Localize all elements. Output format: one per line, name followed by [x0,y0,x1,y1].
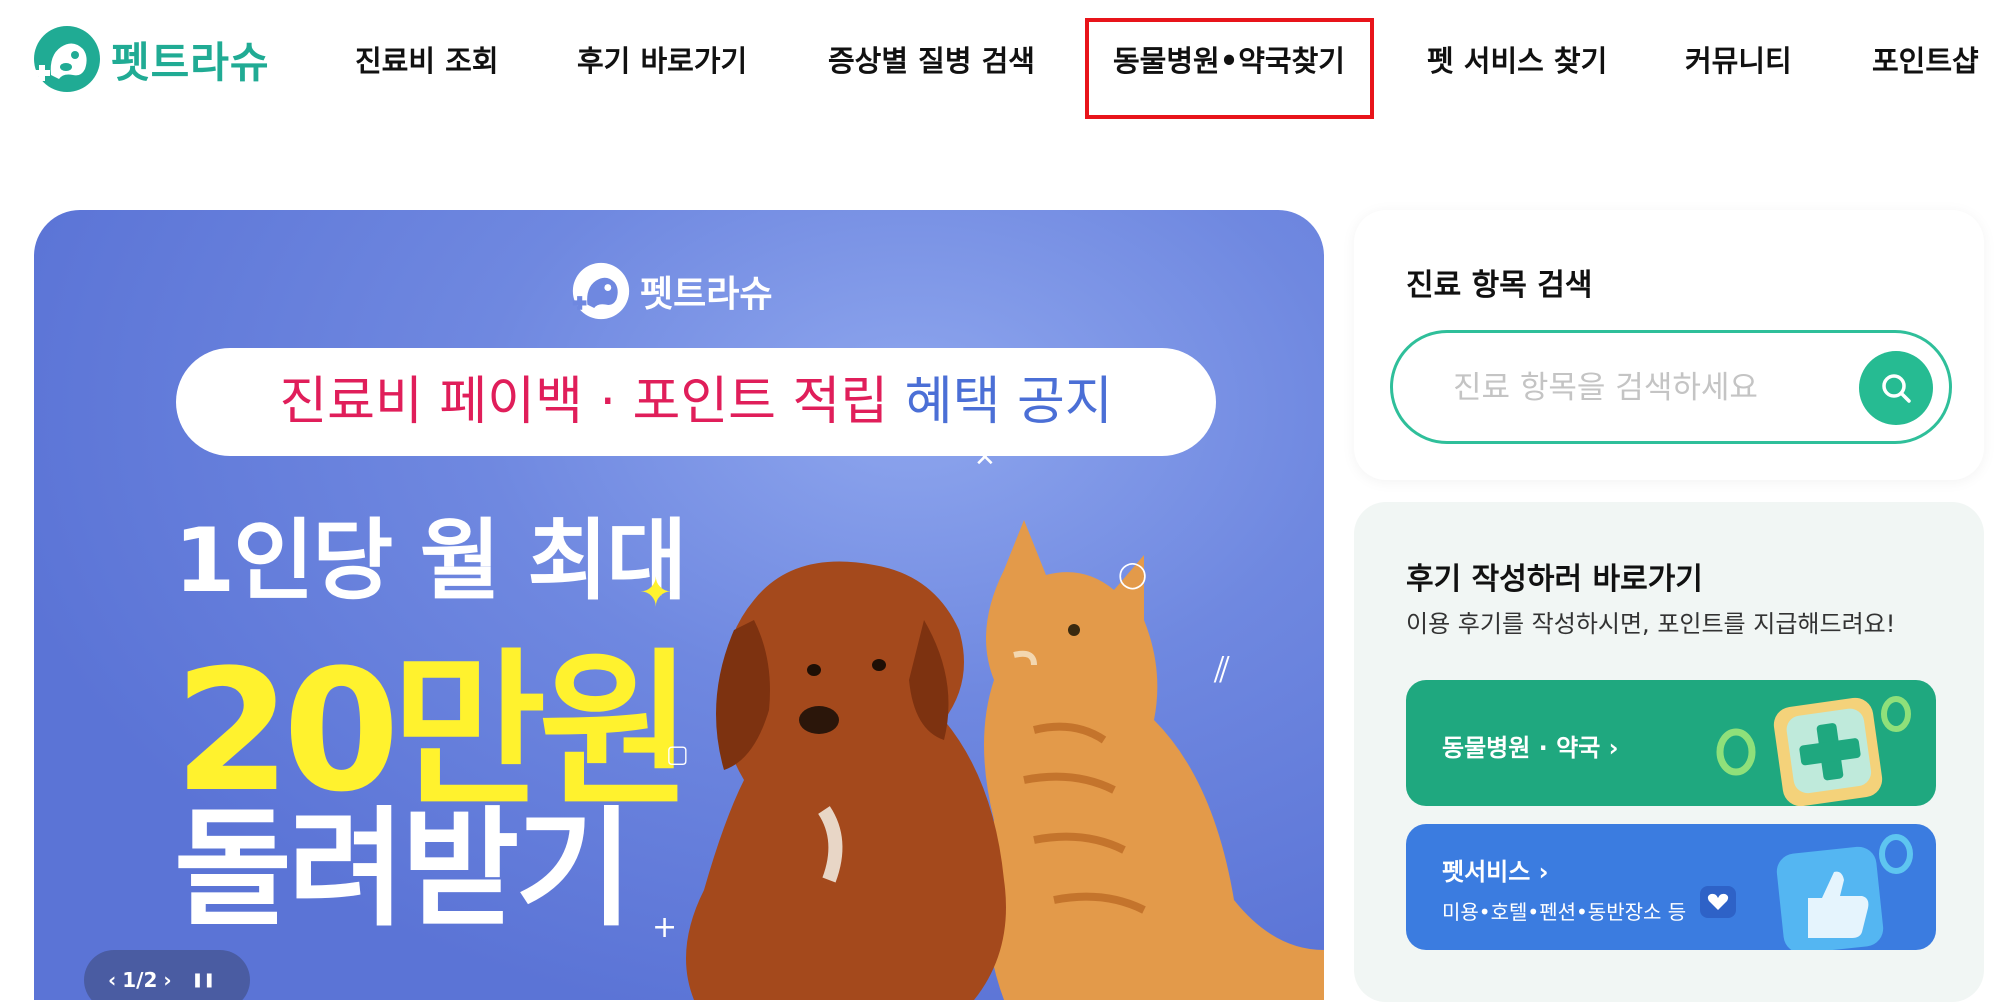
site-header: 펫트라슈 진료비 조회 후기 바로가기 증상별 질병 검색 동물병원•약국찾기 … [0,0,2000,130]
promo-line-3: 돌려받기 [174,795,633,944]
slide-counter: 1/2 [122,968,158,992]
sparkle-star-icon: ✦ [639,570,673,616]
search-icon [1882,374,1911,403]
nav-item-fee-lookup[interactable]: 진료비 조회 [355,36,499,86]
notice-pill: 진료비 페이백 · 포인트 적립 혜택 공지 [176,348,1216,456]
nav-highlight-box [1085,18,1374,119]
main-nav: 진료비 조회 후기 바로가기 증상별 질병 검색 동물병원•약국찾기 펫 서비스… [0,36,2000,86]
promo-banner[interactable]: 펫트라슈 진료비 페이백 · 포인트 적립 혜택 공지 1인당 월 최대 20만… [34,210,1324,1000]
treatment-search-card: 진료 항목 검색 [1354,210,1984,480]
dog-and-cat-image [686,520,1324,1000]
sparkle-x-icon: ✕ [974,443,996,473]
dog-logo-icon [572,262,630,320]
nav-item-pet-services[interactable]: 펫 서비스 찾기 [1427,36,1607,86]
pet-service-desc: 미용•호텔•펜션•동반장소 등 [1442,900,1687,924]
review-title: 후기 작성하러 바로가기 [1406,562,1703,597]
plus-icon: + [652,910,678,945]
search-box [1390,330,1952,444]
square-icon: ▢ [666,740,689,768]
nav-item-reviews[interactable]: 후기 바로가기 [577,36,747,86]
nav-item-point-shop[interactable]: 포인트샵 [1872,36,1979,86]
thumbs-up-icon [1700,834,1913,950]
notice-red-text: 진료비 페이백 · 포인트 적립 [279,372,889,432]
search-title: 진료 항목 검색 [1406,268,1593,303]
hospital-pharmacy-label: 동물병원 · 약국 › [1442,734,1619,762]
medical-cross-icon [1716,696,1911,806]
next-slide-button[interactable]: › [163,968,171,992]
notice-blue-text: 혜택 공지 [904,372,1113,432]
banner-logo: 펫트라슈 [572,262,772,320]
pet-service-review-button[interactable]: 펫서비스 › 미용•호텔•펜션•동반장소 등 [1406,824,1936,950]
search-input[interactable] [1453,363,1833,413]
review-subtitle: 이용 후기를 작성하시면, 포인트를 지급해드려요! [1406,610,1896,638]
prev-slide-button[interactable]: ‹ [108,968,116,992]
nav-item-community[interactable]: 커뮤니티 [1685,36,1792,86]
search-button[interactable] [1859,351,1933,425]
review-shortcut-card: 후기 작성하러 바로가기 이용 후기를 작성하시면, 포인트를 지급해드려요! … [1354,502,1984,1002]
hospital-pharmacy-review-button[interactable]: 동물병원 · 약국 › [1406,680,1936,806]
nav-item-symptom-search[interactable]: 증상별 질병 검색 [828,36,1035,86]
banner-pager: ‹ 1/2 › ❚❚ [84,950,250,1000]
ring-icon: ◯ [1118,560,1148,590]
banner-logo-text: 펫트라슈 [640,274,773,315]
slash-icon: ⫽ [1214,650,1231,691]
pet-service-label: 펫서비스 › [1442,858,1549,886]
